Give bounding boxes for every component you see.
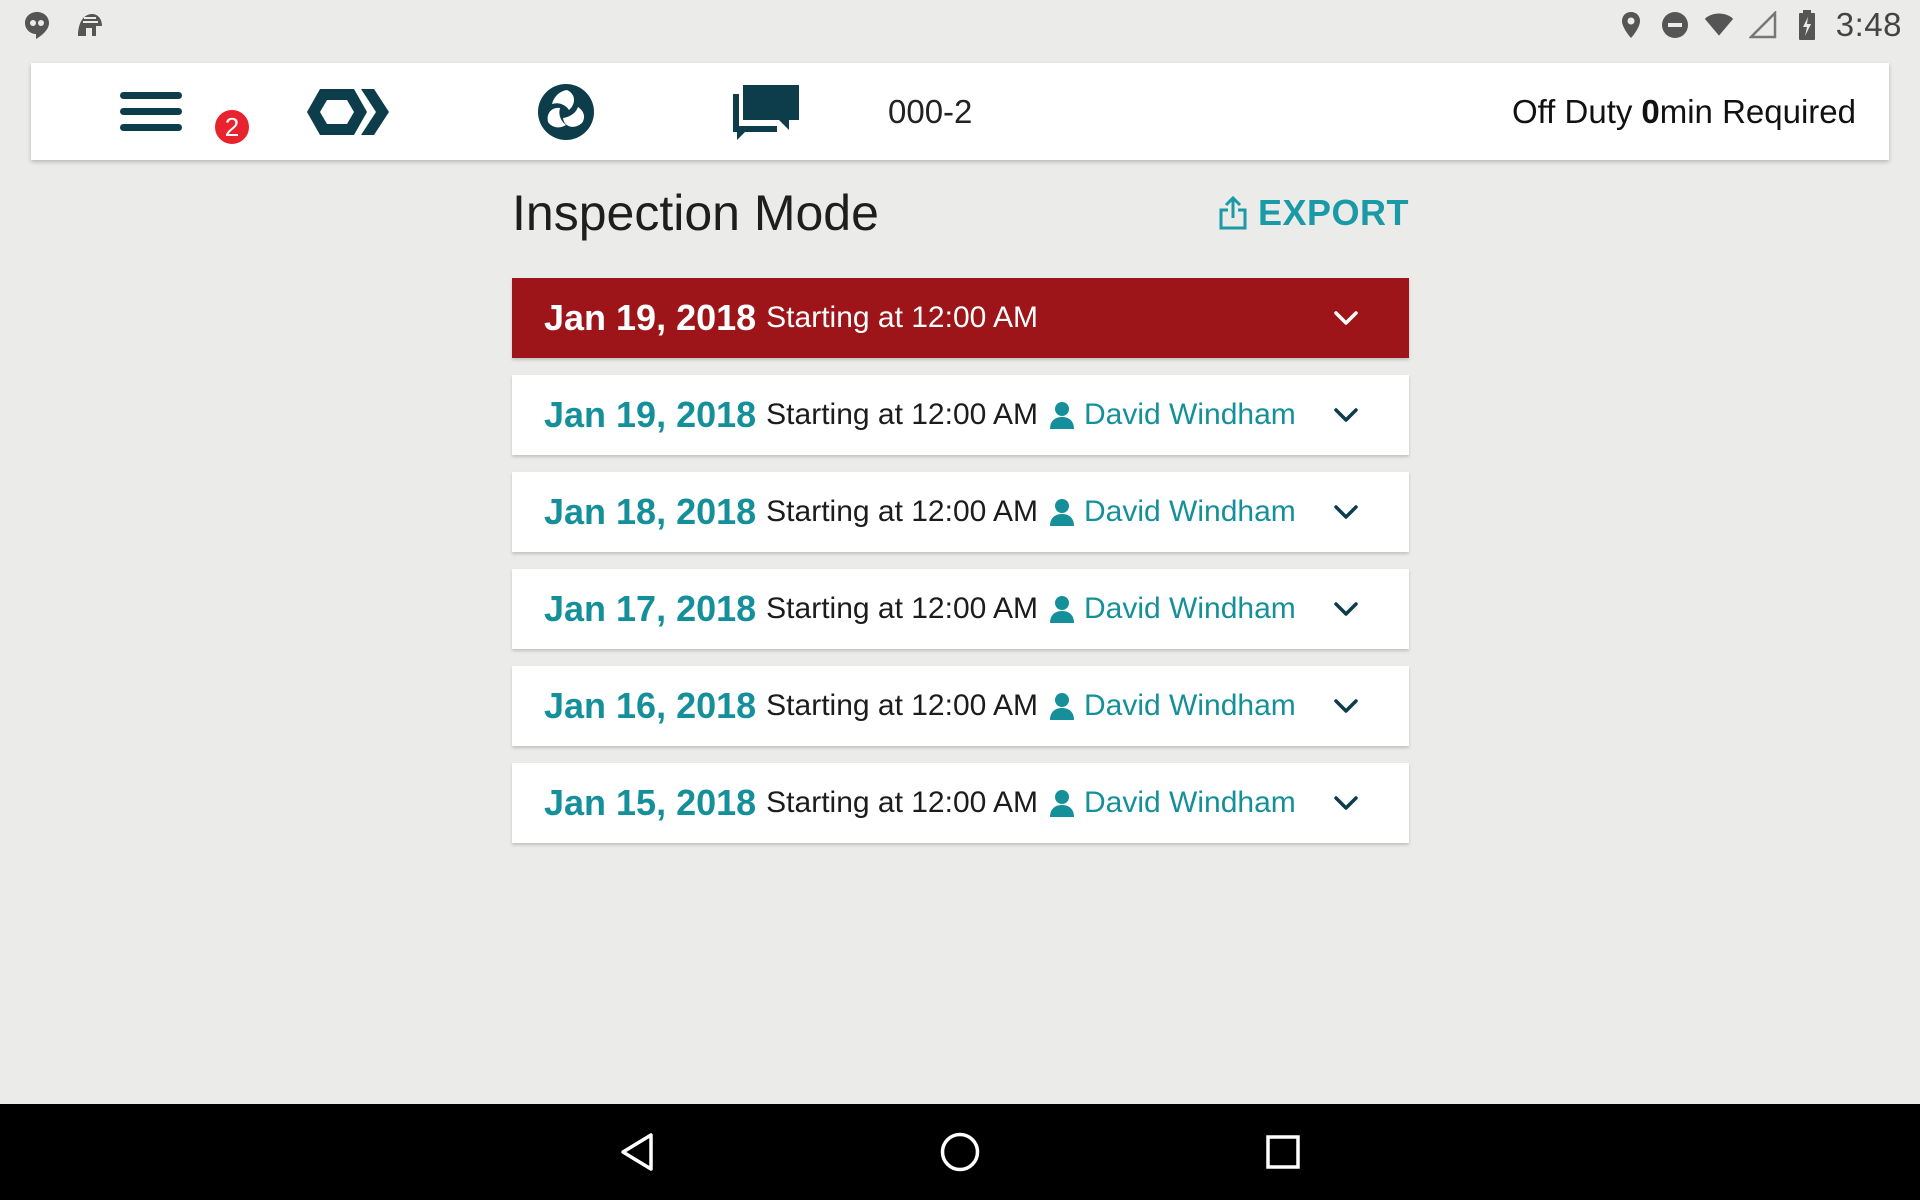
log-date: Jan 19, 2018 [544,297,757,338]
chevron-down-icon[interactable] [1333,763,1359,843]
status-left [22,10,104,40]
do-not-disturb-icon [1660,10,1690,40]
export-button[interactable]: EXPORT [1218,192,1409,234]
log-day-row[interactable]: Jan 18, 2018 Starting at 12:00 AM David Wi… [512,472,1409,552]
chevron-down-icon[interactable] [1333,375,1359,455]
hamburger-menu-icon [120,91,182,131]
log-day-row[interactable]: Jan 15, 2018 Starting at 12:00 AM David Wi… [512,763,1409,843]
log-driver: David Windham [1048,398,1296,432]
chevron-down-icon[interactable] [1333,569,1359,649]
battery-charging-icon [1792,10,1822,40]
log-driver: David Windham [1048,786,1296,820]
log-start-time: Starting at 12:00 AM [766,398,1039,431]
home-button[interactable] [915,1104,1005,1200]
back-triangle-icon [621,1133,653,1171]
log-date: Jan 15, 2018 [544,782,757,823]
export-label: EXPORT [1257,191,1409,233]
swirl-logo-button[interactable] [511,63,621,160]
hangouts-icon [22,10,52,40]
log-day-row[interactable]: Jan 19, 2018 Starting at 12:00 AM [512,278,1409,358]
content-header: Inspection Mode EXPORT [512,170,1409,255]
log-start-time: Starting at 12:00 AM [766,301,1039,334]
log-driver-name: David Windham [1084,398,1296,431]
log-start-time: Starting at 12:00 AM [766,495,1039,528]
person-icon [1050,790,1075,817]
log-start-time: Starting at 12:00 AM [766,786,1039,819]
log-driver: David Windham [1048,495,1296,529]
log-driver: David Windham [1048,592,1296,626]
duty-status[interactable]: Off Duty 0 min Required [1512,63,1856,160]
duty-status-label: Off Duty [1511,92,1633,130]
location-pin-icon [1616,10,1646,40]
status-clock: 3:48 [1835,6,1902,43]
person-icon [1050,596,1075,623]
back-button[interactable] [592,1104,682,1200]
chat-bubbles-icon [733,84,799,140]
messages-button[interactable] [711,63,821,160]
person-icon [1050,402,1075,429]
status-right: 3:48 [1616,6,1902,44]
chevron-down-icon[interactable] [1333,278,1359,358]
top-toolbar: 2 000-2 Off Duty 0 min Required [31,63,1889,160]
log-driver-name: David Windham [1084,495,1296,528]
share-export-icon [1219,195,1247,229]
person-icon [1050,693,1075,720]
page-title: Inspection Mode [512,184,879,241]
log-driver-name: David Windham [1084,592,1296,625]
menu-button[interactable]: 2 [96,63,252,160]
navigation-bar [0,1104,1920,1200]
home-circle-icon [940,1132,980,1172]
chevron-down-icon[interactable] [1333,666,1359,746]
log-driver-name: David Windham [1084,786,1296,819]
hexagon-chevron-icon [307,88,389,135]
log-date: Jan 18, 2018 [544,491,757,532]
log-date: Jan 19, 2018 [544,394,757,435]
vehicle-id: 000-2 [888,92,973,130]
status-bar: 3:48 [0,0,1920,50]
log-date: Jan 17, 2018 [544,588,757,629]
notification-badge: 2 [212,107,252,147]
log-start-time: Starting at 12:00 AM [766,689,1039,722]
log-day-row[interactable]: Jan 19, 2018 Starting at 12:00 AM David Wi… [512,375,1409,455]
log-day-row[interactable]: Jan 17, 2018 Starting at 12:00 AM David Wi… [512,569,1409,649]
person-icon [1050,499,1075,526]
cell-signal-icon [1748,10,1778,40]
main-content: Inspection Mode EXPORT Jan 19, 2018 Start… [512,170,1409,860]
log-driver: David Windham [1048,689,1296,723]
log-driver-name: David Windham [1084,689,1296,722]
log-day-row[interactable]: Jan 16, 2018 Starting at 12:00 AM David Wi… [512,666,1409,746]
log-start-time: Starting at 12:00 AM [766,592,1039,625]
log-list: Jan 19, 2018 Starting at 12:00 AM Jan 19, … [512,278,1409,843]
swirl-emblem-icon [538,83,594,140]
recents-square-icon [1266,1135,1300,1169]
wifi-icon [1704,10,1734,40]
log-date: Jan 16, 2018 [544,685,757,726]
recents-button[interactable] [1238,1104,1328,1200]
duty-minutes: 0 [1641,92,1660,130]
spartan-helmet-icon [74,10,104,40]
hexagon-logo-button[interactable] [293,63,403,160]
chevron-down-icon[interactable] [1333,472,1359,552]
duty-suffix: min Required [1659,92,1856,130]
